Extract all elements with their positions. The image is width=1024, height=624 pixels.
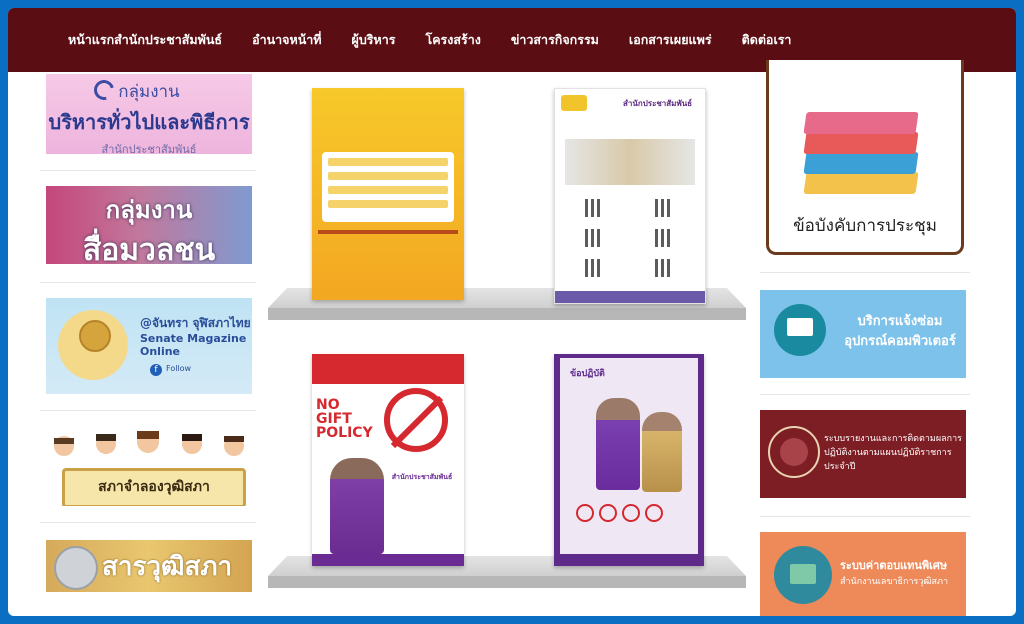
senate-emblem-icon xyxy=(768,426,820,478)
nav-home[interactable]: หน้าแรกสำนักประชาสัมพันธ์ xyxy=(68,30,222,50)
report-system-label: ระบบรายงานและการติดตามผลการปฏิบัติงานตาม… xyxy=(824,434,962,472)
poster-bottom-band xyxy=(312,554,464,566)
banner-media-line2: สื่อมวลชน xyxy=(82,233,216,264)
performance-report-system-banner[interactable]: ระบบรายงานและการติดตามผลการปฏิบัติงานตาม… xyxy=(760,410,966,498)
nav-news[interactable]: ข่าวสารกิจกรรม xyxy=(511,30,599,50)
prohibition-icons xyxy=(576,504,686,524)
allowance-subtitle: สำนักงานเลขาธิการวุฒิสภา xyxy=(840,577,949,587)
qr-code-icon xyxy=(585,229,603,247)
poster-inner: ข้อปฏิบัติ xyxy=(560,358,698,554)
qr-code-icon xyxy=(655,199,673,217)
poster-caption: สำนักประชาสัมพันธ์ xyxy=(391,473,453,481)
person-photo xyxy=(596,398,640,490)
prohibited-icon xyxy=(645,504,663,522)
magazine-subtitle: Senate Magazine Online xyxy=(140,332,247,358)
logo-icon xyxy=(561,95,587,111)
qr-code-icon xyxy=(655,259,673,277)
qr-code-icon xyxy=(585,259,603,277)
prohibited-icon xyxy=(576,504,594,522)
divider xyxy=(760,516,970,517)
magazine-handle: @จันทรา จุฬิสภาไทย xyxy=(140,316,251,330)
journal-label: สารวุฒิสภา xyxy=(102,552,233,582)
children-illustration-icon xyxy=(54,431,244,456)
group-photo xyxy=(565,139,695,185)
nav-authority[interactable]: อำนาจหน้าที่ xyxy=(252,30,321,50)
poster-conduct-guidelines[interactable]: ข้อปฏิบัติ xyxy=(554,354,704,566)
special-allowance-system-banner[interactable]: ระบบค่าตอบแทนพิเศษ สำนักงานเลขาธิการวุฒิ… xyxy=(760,532,966,616)
banner-senate-journal[interactable]: สารวุฒิสภา xyxy=(46,540,252,592)
facebook-icon: f xyxy=(150,364,162,376)
qr-code-icon xyxy=(585,199,603,217)
poster-public-relations[interactable]: สำนักประชาสัมพันธ์ xyxy=(554,88,706,304)
nav-documents[interactable]: เอกสารเผยแพร่ xyxy=(629,30,712,50)
poster-no-gift-policy[interactable]: NO GIFT POLICY สำนักประชาสัมพันธ์ xyxy=(312,354,464,566)
facebook-label: Follow xyxy=(166,364,192,373)
person-photo xyxy=(642,412,682,492)
divider xyxy=(40,170,256,171)
money-hand-icon xyxy=(774,546,832,604)
banner-admin-line3: สำนักประชาสัมพันธ์ xyxy=(101,143,197,154)
poster-footer xyxy=(555,291,705,303)
banner-senate-magazine[interactable]: @จันทรา จุฬิสภาไทย Senate Magazine Onlin… xyxy=(46,298,252,394)
nav-contact[interactable]: ติดต่อเรา xyxy=(742,30,792,50)
divider xyxy=(760,272,970,273)
divider xyxy=(760,394,970,395)
banner-admin-line2: บริหารทั่วไปและพิธีการ xyxy=(48,110,250,134)
books-icon xyxy=(803,88,929,198)
banner-admin-group[interactable]: กลุ่มงาน บริหารทั่วไปและพิธีการ สำนักประ… xyxy=(46,74,252,154)
banner-media-line1: กลุ่มงาน xyxy=(105,196,193,224)
poster-top-band xyxy=(312,354,464,384)
qr-code-icon xyxy=(655,229,673,247)
prohibited-gift-icon xyxy=(384,388,448,452)
computer-repair-service-banner[interactable]: บริการแจ้งซ่อมอุปกรณ์คอมพิวเตอร์ xyxy=(760,290,966,378)
banner-media-group[interactable]: กลุ่มงาน สื่อมวลชน xyxy=(46,186,252,264)
nav-structure[interactable]: โครงสร้าง xyxy=(425,30,480,50)
divider xyxy=(40,410,256,411)
repair-service-label: บริการแจ้งซ่อมอุปกรณ์คอมพิวเตอร์ xyxy=(844,314,956,349)
divider xyxy=(40,522,256,523)
banner-youth-senate[interactable]: สภาจำลองวุฒิสภา xyxy=(46,426,252,506)
meeting-rules-label: ข้อบังคับการประชุม xyxy=(793,216,937,236)
poster-title: ข้อปฏิบัติ xyxy=(570,369,605,379)
no-gift-headline: NO GIFT POLICY xyxy=(316,397,373,441)
senate-emblem-icon xyxy=(79,320,111,352)
poster-announcement-yellow[interactable] xyxy=(312,88,464,300)
meeting-rules-card[interactable]: ข้อบังคับการประชุม xyxy=(766,60,964,255)
poster-header: สำนักประชาสัมพันธ์ xyxy=(555,89,705,135)
poster-title: สำนักประชาสัมพันธ์ xyxy=(623,99,693,108)
poster-bar xyxy=(318,230,458,234)
divider xyxy=(40,282,256,283)
nav-executives[interactable]: ผู้บริหาร xyxy=(352,30,396,50)
prohibited-icon xyxy=(599,504,617,522)
computer-download-icon xyxy=(774,304,826,356)
poster-info-card xyxy=(322,152,454,222)
senate-seal-icon xyxy=(54,546,98,590)
youth-senate-label: สภาจำลองวุฒิสภา xyxy=(62,468,246,506)
allowance-title: ระบบค่าตอบแทนพิเศษ xyxy=(840,559,948,572)
prohibited-icon xyxy=(622,504,640,522)
person-photo xyxy=(330,458,384,554)
banner-admin-line1: กลุ่มงาน xyxy=(118,82,180,102)
